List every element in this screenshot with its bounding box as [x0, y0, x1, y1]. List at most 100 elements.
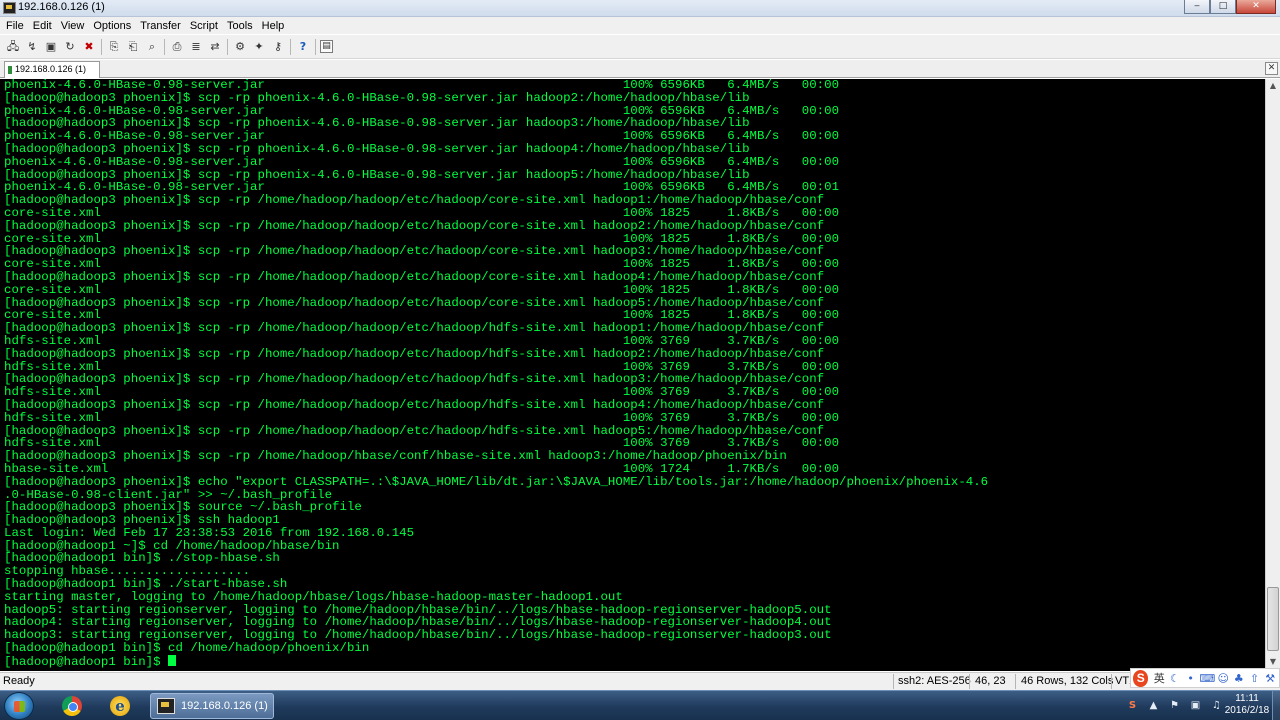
- terminal-prompt-line[interactable]: [hadoop@hadoop1 bin]$: [4, 654, 1265, 668]
- close-tab-button[interactable]: ✕: [1265, 62, 1278, 75]
- moon-icon[interactable]: ☾: [1168, 672, 1182, 685]
- toolbar-separator: [227, 38, 228, 55]
- terminal-line: phoenix-4.6.0-HBase-0.98-server.jar 100%…: [4, 154, 840, 169]
- sogou-tray-icon[interactable]: S: [1125, 698, 1140, 713]
- menu-edit[interactable]: Edit: [29, 20, 56, 32]
- menu-view[interactable]: View: [57, 20, 89, 32]
- copy-icon[interactable]: ⎘: [106, 39, 122, 55]
- terminal-line: starting master, logging to /home/hadoop…: [4, 589, 623, 604]
- terminal-line: Last login: Wed Feb 17 23:38:53 2016 fro…: [4, 525, 415, 540]
- tray-expand-icon[interactable]: ▲: [1146, 698, 1161, 713]
- session-tab-label: 192.168.0.126 (1): [15, 64, 87, 74]
- menu-bar: File Edit View Options Transfer Script T…: [0, 17, 1280, 34]
- terminal-line: [hadoop@hadoop3 phoenix]$ scp -rp /home/…: [4, 218, 825, 233]
- keymap-icon[interactable]: ▤: [320, 40, 333, 53]
- internet-explorer-icon: e: [110, 696, 130, 716]
- maximize-button[interactable]: □: [1210, 0, 1236, 14]
- session-tab[interactable]: 192.168.0.126 (1): [4, 61, 100, 78]
- menu-tools[interactable]: Tools: [223, 20, 257, 32]
- show-desktop-button[interactable]: [1272, 691, 1280, 720]
- terminal-line: [hadoop@hadoop1 bin]$ ./start-hbase.sh: [4, 577, 288, 592]
- window-controls: ‒ □ ✕: [1184, 0, 1276, 14]
- ime-toolbar: S 英 ☾ • ⌨ ☺ ♣ ⇧ ⚒: [1130, 668, 1280, 688]
- status-ready: Ready: [3, 675, 35, 687]
- terminal-line: [hadoop@hadoop3 phoenix]$ scp -rp /home/…: [4, 269, 825, 284]
- volume-icon[interactable]: ♫: [1209, 698, 1224, 713]
- menu-help[interactable]: Help: [258, 20, 289, 32]
- scroll-thumb[interactable]: [1267, 587, 1279, 651]
- chrome-icon: [62, 696, 82, 716]
- securecrt-icon: [157, 698, 175, 714]
- session-options-icon[interactable]: ⚙: [232, 39, 248, 55]
- terminal-line: [hadoop@hadoop3 phoenix]$ scp -rp /home/…: [4, 397, 825, 412]
- close-button[interactable]: ✕: [1236, 0, 1276, 14]
- menu-script[interactable]: Script: [186, 20, 222, 32]
- status-divider: [1015, 674, 1016, 689]
- global-options-icon[interactable]: ✦: [251, 39, 267, 55]
- system-tray: S ▲ ⚑ ▣ ♫: [1119, 698, 1224, 713]
- reconnect-icon[interactable]: ↻: [62, 39, 78, 55]
- network-icon[interactable]: ▣: [1188, 698, 1203, 713]
- terminal-output[interactable]: phoenix-4.6.0-HBase-0.98-server.jar 100%…: [0, 79, 1265, 671]
- securecrt-app-icon[interactable]: [3, 2, 16, 14]
- upload-icon[interactable]: ⇧: [1248, 672, 1262, 685]
- ime-language-toggle[interactable]: 英: [1152, 670, 1166, 686]
- terminal-line: core-site.xml 100% 1825 1.8KB/s 00:00: [4, 205, 840, 220]
- skin-icon[interactable]: ♣: [1232, 672, 1246, 685]
- toolbar-separator: [315, 38, 316, 55]
- status-divider: [893, 674, 894, 689]
- status-divider: [969, 674, 970, 689]
- window-title: 192.168.0.126 (1): [18, 1, 105, 13]
- menu-options[interactable]: Options: [89, 20, 135, 32]
- find-icon[interactable]: ⌕: [144, 39, 160, 55]
- minimize-button[interactable]: ‒: [1184, 0, 1210, 14]
- user-icon[interactable]: ☺: [1216, 672, 1230, 685]
- terminal-line: [hadoop@hadoop1 bin]$ cd /home/hadoop/ph…: [4, 641, 370, 656]
- connect-icon[interactable]: 🖧: [5, 39, 21, 55]
- punctuation-icon[interactable]: •: [1184, 672, 1198, 685]
- terminal-line: [hadoop@hadoop3 phoenix]$ scp -rp phoeni…: [4, 141, 750, 156]
- paste-icon[interactable]: ⎗: [125, 39, 141, 55]
- tools-icon[interactable]: ⚒: [1263, 672, 1277, 685]
- terminal-scrollbar[interactable]: ▲ ▼: [1265, 79, 1280, 671]
- toolbar-separator: [164, 38, 165, 55]
- terminal-line: [hadoop@hadoop3 phoenix]$ scp -rp phoeni…: [4, 90, 750, 105]
- transfer-icon[interactable]: ⇄: [207, 39, 223, 55]
- print-selection-icon[interactable]: ≣: [188, 39, 204, 55]
- scroll-down-arrow-icon[interactable]: ▼: [1266, 655, 1280, 669]
- terminal-line: [hadoop@hadoop3 phoenix]$ scp -rp /home/…: [4, 346, 825, 361]
- menu-transfer[interactable]: Transfer: [136, 20, 185, 32]
- terminal-line: [hadoop@hadoop3 phoenix]$ echo "export C…: [4, 474, 989, 489]
- keyboard-icon[interactable]: ⌨: [1199, 672, 1215, 685]
- help-icon[interactable]: ?: [295, 39, 311, 55]
- status-cipher: ssh2: AES-256: [898, 675, 971, 687]
- terminal-line: hdfs-site.xml 100% 3769 3.7KB/s 00:00: [4, 333, 840, 348]
- menu-file[interactable]: File: [2, 20, 28, 32]
- quick-connect-icon[interactable]: ↯: [24, 39, 40, 55]
- terminal-cursor: [168, 654, 177, 666]
- taskbar-clock[interactable]: 11:11 2016/2/18: [1224, 693, 1270, 717]
- toolbar: 🖧 ↯ ▣ ↻ ✖ ⎘ ⎗ ⌕ ⎙ ≣ ⇄ ⚙ ✦ ⚷ ? ▤: [0, 35, 1280, 59]
- taskbar-securecrt-window[interactable]: 192.168.0.126 (1): [150, 693, 274, 719]
- status-bar: Ready ssh2: AES-256 46, 23 46 Rows, 132 …: [0, 672, 1280, 690]
- start-button[interactable]: [4, 692, 34, 720]
- sogou-ime-logo-icon[interactable]: S: [1133, 669, 1149, 687]
- scroll-up-arrow-icon[interactable]: ▲: [1266, 79, 1280, 93]
- taskbar-chrome[interactable]: [52, 693, 92, 719]
- terminal-line: hbase-site.xml 100% 1724 1.7KB/s 00:00: [4, 461, 840, 476]
- session-tab-strip: 192.168.0.126 (1) ✕: [0, 60, 1280, 78]
- action-center-icon[interactable]: ⚑: [1167, 698, 1182, 713]
- terminal-line: [hadoop@hadoop3 phoenix]$ ssh hadoop1: [4, 513, 280, 528]
- clock-time: 11:11: [1235, 693, 1259, 704]
- connect-in-tab-icon[interactable]: ▣: [43, 39, 59, 55]
- terminal-line: phoenix-4.6.0-HBase-0.98-server.jar 100%…: [4, 79, 840, 92]
- taskbar-ie[interactable]: e: [100, 693, 140, 719]
- key-icon[interactable]: ⚷: [270, 39, 286, 55]
- status-terminal-size: 46 Rows, 132 Cols: [1021, 675, 1114, 687]
- terminal-line: core-site.xml 100% 1825 1.8KB/s 00:00: [4, 282, 840, 297]
- status-cursor-position: 46, 23: [975, 675, 1006, 687]
- print-icon[interactable]: ⎙: [169, 39, 185, 55]
- terminal-line: [hadoop@hadoop3 phoenix]$ scp -rp /home/…: [4, 449, 787, 464]
- clock-date: 2016/2/18: [1224, 705, 1270, 716]
- disconnect-icon[interactable]: ✖: [81, 39, 97, 55]
